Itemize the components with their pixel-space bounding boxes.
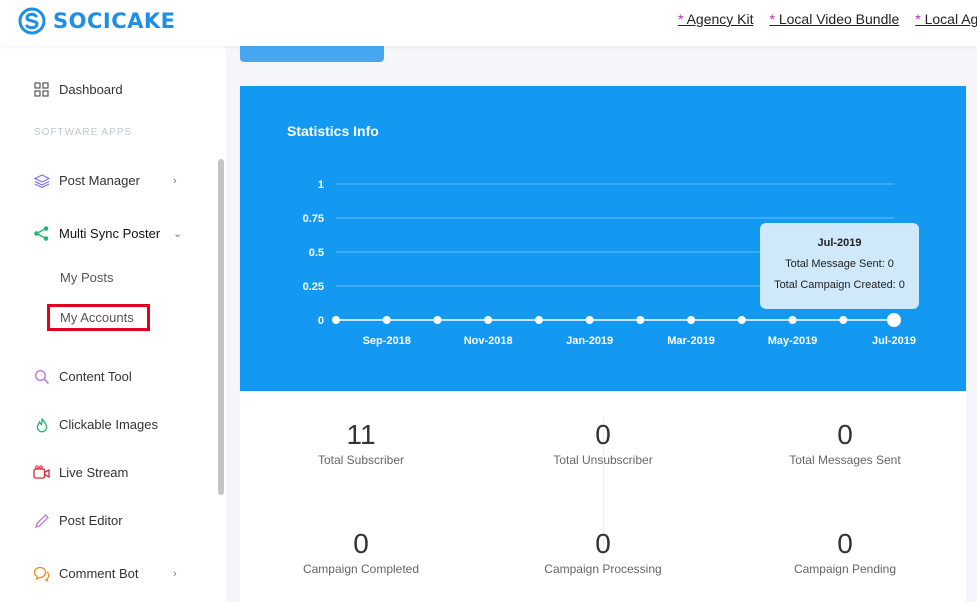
metric-label: Total Messages Sent: [789, 453, 901, 467]
data-point: [382, 316, 391, 324]
x-tick-label: May-2019: [768, 335, 818, 347]
logo[interactable]: SOCICAKE: [18, 7, 175, 35]
video-camera-icon: [33, 464, 50, 481]
sidebar-item-comment-bot[interactable]: Comment Bot ›: [33, 565, 177, 582]
metric-campaign-processing: 0 Campaign Processing: [503, 528, 703, 576]
chat-bubbles-icon: [33, 565, 50, 582]
chart-tooltip: Jul-2019 Total Message Sent: 0 Total Cam…: [760, 223, 919, 309]
data-point: [839, 316, 848, 324]
highlight-box: [47, 304, 150, 331]
metric-value: 0: [837, 419, 853, 450]
metric-label: Campaign Processing: [544, 562, 662, 576]
share-icon: [33, 225, 50, 242]
sidebar-item-clickable-images[interactable]: Clickable Images: [33, 416, 158, 433]
chevron-right-icon: ›: [173, 174, 177, 187]
top-link-local-video-bundle[interactable]: * Local Video Bundle: [770, 11, 900, 27]
data-point: [636, 316, 645, 324]
data-point: [484, 316, 493, 324]
grid-icon: [33, 81, 50, 98]
tooltip-campaigns-created: Total Campaign Created: 0: [774, 279, 905, 291]
data-point: [788, 316, 797, 324]
section-label: SOFTWARE APPS: [34, 127, 133, 138]
data-point-active: [887, 313, 901, 327]
metric-value: 0: [837, 528, 853, 559]
y-tick-label: 1: [318, 179, 324, 191]
metric-value: 11: [346, 419, 376, 450]
sidebar-item-label: Dashboard: [59, 82, 123, 97]
sidebar-item-multi-sync-poster[interactable]: Multi Sync Poster ⌄: [33, 225, 182, 242]
tooltip-title: Jul-2019: [817, 237, 862, 249]
x-tick-label: Jul-2019: [872, 335, 916, 347]
x-tick-label: Jan-2019: [566, 335, 613, 347]
data-point: [433, 316, 442, 324]
chevron-right-icon: ›: [173, 567, 177, 580]
data-point: [585, 316, 594, 324]
sidebar-subitem-my-posts[interactable]: My Posts: [60, 270, 113, 285]
star-marker: *: [678, 11, 684, 27]
top-link-label: Local Agency: [924, 11, 977, 27]
metrics-card: 11 Total Subscriber 0 Total Unsubscriber…: [240, 391, 966, 602]
metric-value: 0: [595, 528, 611, 559]
metric-label: Total Unsubscriber: [553, 453, 653, 467]
layers-icon: [33, 172, 50, 189]
statistics-panel: Statistics Info 1 0.75 0.5 0.25 0 Sep-2018 Nov…: [240, 86, 966, 391]
metric-campaign-pending: 0 Campaign Pending: [745, 528, 945, 576]
metric-label: Total Subscriber: [317, 453, 405, 467]
metric-campaign-completed: 0 Campaign Completed: [261, 528, 461, 576]
data-point: [687, 316, 696, 324]
flame-icon: [33, 416, 50, 433]
data-point: [332, 316, 340, 324]
y-tick-label: 0.25: [303, 281, 324, 293]
socicake-logo-icon: [18, 7, 46, 35]
y-tick-label: 0: [318, 315, 324, 327]
sidebar-item-label: Multi Sync Poster: [59, 226, 161, 241]
search-icon: [33, 368, 50, 385]
star-marker: *: [769, 11, 775, 27]
metric-total-messages-sent: 0 Total Messages Sent: [745, 419, 945, 467]
y-tick-label: 0.5: [309, 247, 324, 259]
y-tick-label: 0.75: [303, 213, 324, 225]
x-tick-label: Sep-2018: [363, 335, 411, 347]
sidebar-scrollbar[interactable]: [218, 159, 224, 495]
top-bar: SOCICAKE * Agency Kit * Local Video Bund…: [0, 0, 977, 46]
top-link-local-agency[interactable]: * Local Agency: [915, 11, 977, 27]
x-tick-label: Nov-2018: [464, 335, 513, 347]
top-links: * Agency Kit * Local Video Bundle * Loca…: [678, 11, 977, 27]
sidebar-item-label: Comment Bot: [59, 566, 139, 581]
metric-total-subscriber: 11 Total Subscriber: [261, 419, 461, 467]
brand-name: SOCICAKE: [53, 9, 176, 33]
sidebar-item-label: Clickable Images: [59, 417, 158, 432]
tooltip-messages-sent: Total Message Sent: 0: [785, 258, 894, 270]
sidebar-item-dashboard[interactable]: Dashboard: [33, 81, 123, 98]
sidebar-item-label: Post Editor: [59, 513, 123, 528]
star-marker: *: [915, 11, 921, 27]
metric-label: Campaign Completed: [302, 562, 420, 576]
top-link-label: Agency Kit: [686, 11, 754, 27]
sidebar-item-live-stream[interactable]: Live Stream: [33, 464, 128, 481]
top-link-agency-kit[interactable]: * Agency Kit: [678, 11, 754, 27]
sidebar-item-content-tool[interactable]: Content Tool: [33, 368, 132, 385]
sidebar-item-label: Post Manager: [59, 173, 140, 188]
metric-total-unsubscriber: 0 Total Unsubscriber: [503, 419, 703, 467]
metric-value: 0: [353, 528, 369, 559]
sidebar-item-label: Content Tool: [59, 369, 132, 384]
pencil-icon: [33, 512, 50, 529]
sidebar: Dashboard SOFTWARE APPS Post Manager › M…: [0, 46, 226, 602]
sidebar-item-post-manager[interactable]: Post Manager ›: [33, 172, 177, 189]
data-point: [737, 316, 746, 324]
top-link-label: Local Video Bundle: [778, 11, 900, 27]
x-tick-label: Mar-2019: [667, 335, 715, 347]
data-point: [534, 316, 543, 324]
metric-value: 0: [595, 419, 611, 450]
metric-label: Campaign Pending: [793, 562, 897, 576]
sidebar-item-label: Live Stream: [59, 465, 129, 480]
sidebar-item-post-editor[interactable]: Post Editor: [33, 512, 123, 529]
chevron-down-icon: ⌄: [173, 228, 183, 240]
